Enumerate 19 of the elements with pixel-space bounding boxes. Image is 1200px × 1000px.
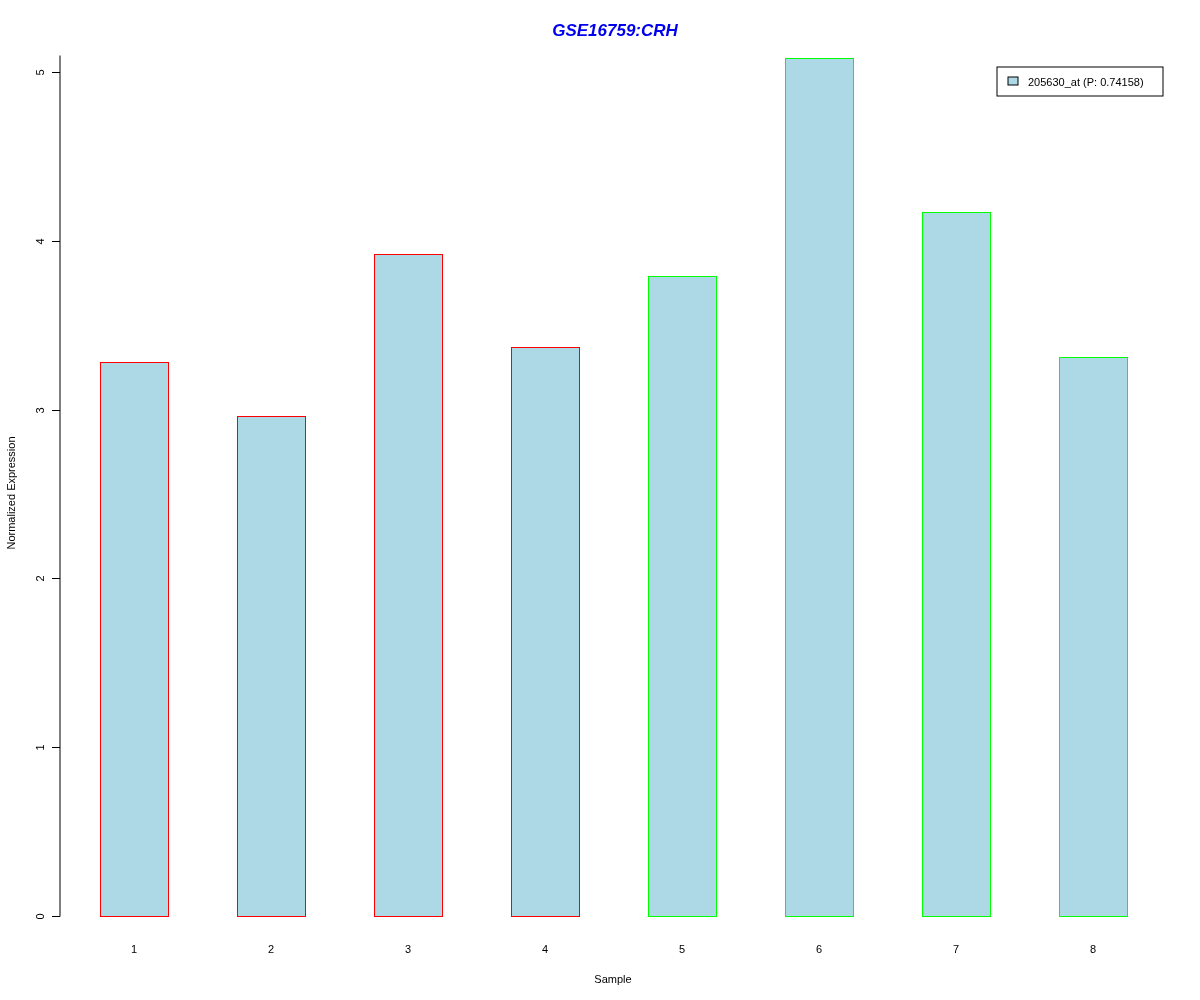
x-tick-label: 6: [815, 943, 823, 955]
x-tick-label: 7: [952, 943, 960, 955]
y-tick-label: 5: [34, 69, 46, 76]
x-tick-label: 3: [404, 943, 412, 955]
x-tick-label: 2: [267, 943, 275, 955]
legend-label: 205630_at (P: 0.74158): [1028, 76, 1144, 88]
y-tick-label: 4: [34, 238, 46, 245]
y-tick-label: 3: [34, 407, 46, 414]
x-tick-label: 5: [678, 943, 686, 955]
chart-title: GSE16759:CRH: [552, 21, 678, 40]
x-tick-label: 8: [1089, 943, 1097, 955]
x-tick-label: 4: [541, 943, 549, 955]
legend-swatch-icon: [1007, 76, 1019, 86]
x-axis-label: Sample: [594, 973, 632, 985]
x-tick-label: 1: [130, 943, 138, 955]
y-tick-label: 0: [34, 913, 46, 920]
y-tick-label: 1: [34, 744, 46, 751]
y-axis-label: Normalized Expression: [5, 436, 17, 550]
y-tick-label: 2: [34, 575, 46, 582]
